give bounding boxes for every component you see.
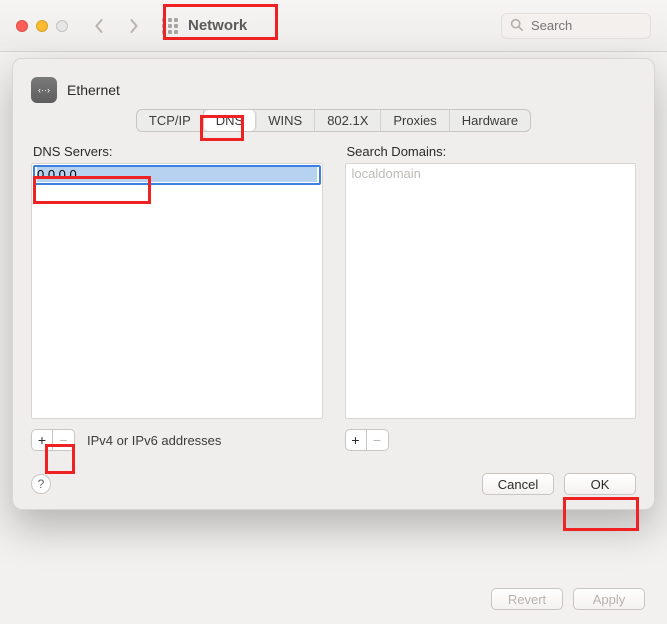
- tab-wins[interactable]: WINS: [256, 110, 315, 131]
- dns-servers-list[interactable]: [31, 163, 323, 419]
- tab-dns[interactable]: DNS: [204, 110, 256, 131]
- pane-buttons: Revert Apply: [491, 588, 645, 610]
- tabs: TCP/IP DNS WINS 802.1X Proxies Hardware: [31, 109, 636, 132]
- dns-server-row-editing[interactable]: [33, 165, 321, 185]
- tab-segmented: TCP/IP DNS WINS 802.1X Proxies Hardware: [136, 109, 531, 132]
- search-field[interactable]: [501, 13, 651, 39]
- search-domains-label: Search Domains:: [347, 144, 637, 159]
- show-all-icon[interactable]: [162, 18, 178, 34]
- dns-servers-label: DNS Servers:: [33, 144, 323, 159]
- dns-servers-column: DNS Servers: + − IPv4 or IPv6 addresses: [31, 144, 323, 451]
- revert-button: Revert: [491, 588, 563, 610]
- apply-button: Apply: [573, 588, 645, 610]
- search-domain-row[interactable]: localdomain: [346, 164, 636, 184]
- search-domains-list[interactable]: localdomain: [345, 163, 637, 419]
- title-cluster: Network: [154, 15, 255, 36]
- cancel-button[interactable]: Cancel: [482, 473, 554, 495]
- dns-hint: IPv4 or IPv6 addresses: [87, 433, 221, 448]
- dns-add-remove: + −: [31, 429, 75, 451]
- ethernet-icon: ‹··›: [31, 77, 57, 103]
- search-domains-column: Search Domains: localdomain + −: [345, 144, 637, 451]
- domain-add-button[interactable]: +: [345, 429, 367, 451]
- ok-button[interactable]: OK: [564, 473, 636, 495]
- minimize-window-button[interactable]: [36, 20, 48, 32]
- dns-remove-button[interactable]: −: [53, 429, 75, 451]
- window-controls: [16, 20, 68, 32]
- forward-button[interactable]: [120, 13, 146, 39]
- domain-add-remove: + −: [345, 429, 389, 451]
- window-title: Network: [188, 17, 247, 34]
- domain-remove-button[interactable]: −: [367, 429, 389, 451]
- dns-add-button[interactable]: +: [31, 429, 53, 451]
- search-icon: [510, 18, 523, 34]
- close-window-button[interactable]: [16, 20, 28, 32]
- advanced-sheet: ‹··› Ethernet TCP/IP DNS WINS 802.1X Pro…: [12, 58, 655, 510]
- tab-hardware[interactable]: Hardware: [450, 110, 530, 131]
- preference-pane: Revert Apply ‹··› Ethernet TCP/IP DNS WI…: [0, 52, 667, 624]
- tab-8021x[interactable]: 802.1X: [315, 110, 381, 131]
- svg-text:‹··›: ‹··›: [38, 85, 50, 95]
- help-button[interactable]: ?: [31, 474, 51, 494]
- back-button[interactable]: [86, 13, 112, 39]
- search-input[interactable]: [529, 17, 642, 34]
- zoom-window-button[interactable]: [56, 20, 68, 32]
- interface-name: Ethernet: [67, 82, 120, 98]
- tab-proxies[interactable]: Proxies: [381, 110, 449, 131]
- dns-server-input[interactable]: [37, 167, 317, 182]
- titlebar: Network: [0, 0, 667, 52]
- tab-tcpip[interactable]: TCP/IP: [137, 110, 204, 131]
